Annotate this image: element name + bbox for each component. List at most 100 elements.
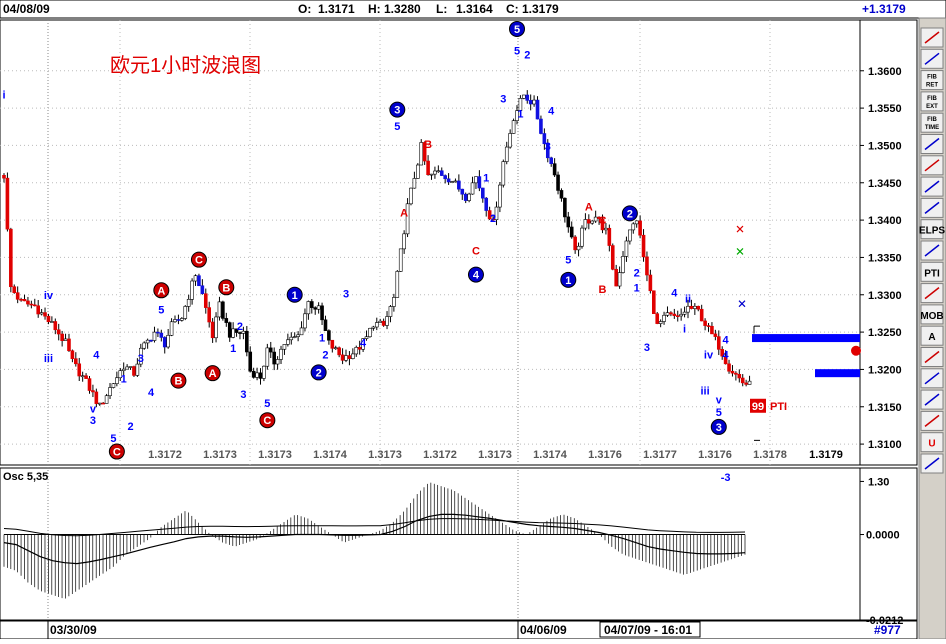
- candle[interactable]: [525, 94, 530, 101]
- candle[interactable]: [669, 312, 673, 315]
- candle[interactable]: [426, 160, 430, 176]
- candle[interactable]: [535, 99, 540, 120]
- candle[interactable]: [186, 299, 191, 307]
- candle[interactable]: [162, 337, 167, 348]
- candle[interactable]: [132, 366, 136, 376]
- mob-icon[interactable]: MOB: [920, 304, 944, 325]
- candle[interactable]: [258, 372, 263, 379]
- candle[interactable]: [453, 180, 458, 183]
- green-chart-icon[interactable]: [920, 453, 944, 474]
- candle[interactable]: [39, 312, 44, 315]
- candle[interactable]: [149, 339, 153, 342]
- candle[interactable]: [511, 120, 516, 134]
- candle[interactable]: [145, 339, 150, 344]
- candle[interactable]: [566, 216, 571, 228]
- candle[interactable]: [268, 347, 273, 353]
- candle[interactable]: [378, 320, 383, 323]
- text-icon[interactable]: A: [920, 325, 944, 346]
- candle[interactable]: [12, 286, 17, 293]
- candle[interactable]: [682, 311, 687, 315]
- candle[interactable]: [173, 319, 177, 323]
- candle[interactable]: [190, 280, 194, 300]
- candle[interactable]: [392, 297, 396, 307]
- candle[interactable]: [320, 305, 324, 321]
- candle[interactable]: [292, 336, 297, 338]
- candle[interactable]: [703, 320, 707, 326]
- candle[interactable]: [70, 350, 75, 359]
- candle[interactable]: [227, 322, 232, 338]
- candle[interactable]: [713, 333, 718, 337]
- main-plot-area[interactable]: [0, 19, 861, 466]
- candle[interactable]: [197, 275, 201, 287]
- candle[interactable]: [176, 319, 181, 321]
- candle[interactable]: [628, 229, 632, 242]
- candle[interactable]: [347, 355, 352, 359]
- candle[interactable]: [641, 234, 646, 258]
- candle[interactable]: [645, 256, 649, 276]
- candle[interactable]: [183, 306, 188, 319]
- candle[interactable]: [638, 220, 642, 236]
- candle[interactable]: [740, 377, 745, 384]
- candle[interactable]: [665, 312, 670, 316]
- candle[interactable]: [101, 402, 105, 405]
- candle[interactable]: [716, 336, 721, 350]
- candle[interactable]: [296, 334, 300, 337]
- candle[interactable]: [94, 391, 99, 404]
- candle[interactable]: [477, 176, 482, 189]
- candle[interactable]: [590, 220, 595, 224]
- candle[interactable]: [699, 308, 704, 322]
- candle[interactable]: [74, 358, 78, 365]
- candle[interactable]: [744, 382, 748, 385]
- candle[interactable]: [624, 240, 629, 257]
- candle[interactable]: [128, 366, 133, 368]
- pti-icon[interactable]: PTI: [920, 261, 944, 282]
- fib-circle-icon[interactable]: [920, 155, 944, 176]
- candle[interactable]: [658, 321, 663, 324]
- grid-icon[interactable]: [920, 283, 944, 304]
- candle[interactable]: [648, 274, 653, 292]
- candle[interactable]: [446, 178, 451, 183]
- candle[interactable]: [330, 339, 335, 349]
- candle[interactable]: [245, 330, 249, 353]
- candle[interactable]: [156, 331, 160, 334]
- candle[interactable]: [651, 290, 656, 315]
- channel-icon[interactable]: FIB RET: [920, 70, 944, 91]
- candle[interactable]: [508, 133, 512, 148]
- candle[interactable]: [734, 372, 738, 375]
- candle[interactable]: [450, 181, 454, 183]
- candle[interactable]: [371, 326, 376, 329]
- candle[interactable]: [309, 301, 314, 308]
- candle[interactable]: [374, 322, 379, 328]
- fib-time-icon[interactable]: [920, 134, 944, 154]
- candle[interactable]: [693, 305, 697, 309]
- candle[interactable]: [480, 187, 485, 199]
- candle[interactable]: [607, 227, 612, 246]
- candle[interactable]: [730, 370, 735, 374]
- candle[interactable]: [19, 298, 23, 301]
- candle[interactable]: [484, 197, 489, 211]
- candle[interactable]: [504, 146, 509, 162]
- template-icon[interactable]: [920, 389, 944, 410]
- candle[interactable]: [9, 228, 13, 288]
- candle[interactable]: [262, 365, 266, 379]
- candle[interactable]: [395, 271, 400, 298]
- candle[interactable]: [433, 170, 437, 175]
- candle[interactable]: [528, 100, 533, 105]
- candle[interactable]: [217, 301, 222, 318]
- ellipse-icon[interactable]: ELPS: [919, 219, 945, 240]
- candle[interactable]: [467, 193, 471, 201]
- candle[interactable]: [439, 170, 444, 176]
- candle[interactable]: [299, 327, 304, 336]
- trendline-icon[interactable]: [920, 48, 944, 69]
- candle[interactable]: [569, 226, 574, 238]
- candle[interactable]: [2, 175, 6, 179]
- candle[interactable]: [662, 314, 666, 322]
- candle[interactable]: [210, 321, 215, 339]
- candle[interactable]: [224, 318, 229, 323]
- candle[interactable]: [60, 333, 64, 341]
- zoom-icon[interactable]: [920, 347, 944, 367]
- candle[interactable]: [289, 336, 294, 341]
- candle[interactable]: [617, 272, 622, 287]
- candle[interactable]: [67, 338, 71, 352]
- candle[interactable]: [104, 395, 109, 404]
